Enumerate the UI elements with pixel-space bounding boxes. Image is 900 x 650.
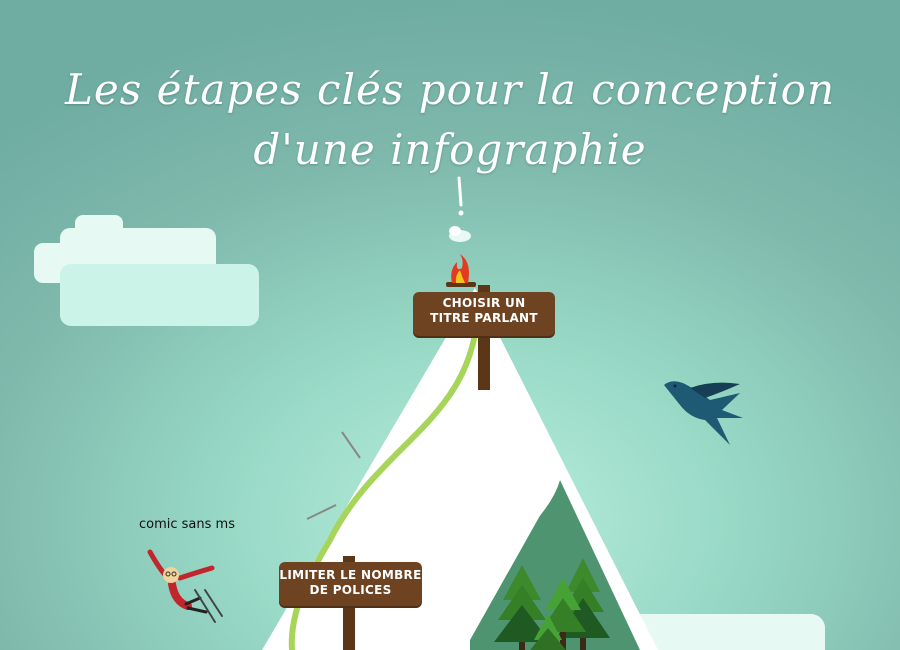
exclamation-icon: [457, 176, 464, 216]
sign-top-line-2: TITRE PARLANT: [430, 311, 538, 325]
campfire-icon: [446, 254, 476, 287]
skier-label: comic sans ms: [139, 517, 235, 532]
cloud-right-icon: [628, 614, 825, 650]
signpost-title-tip: CHOISIR UN TITRE PARLANT: [413, 292, 555, 336]
bird-icon: [664, 381, 743, 445]
stick-icon: [306, 504, 337, 520]
sign-bottom-line-2: DE POLICES: [309, 583, 392, 597]
signpost-fonts-tip: LIMITER LE NOMBRE DE POLICES: [279, 562, 422, 606]
stick-icon: [341, 431, 361, 459]
skier-icon: [147, 549, 223, 623]
sign-top-line-1: CHOISIR UN: [442, 296, 526, 310]
cloud-left-icon: [34, 215, 259, 326]
small-cloud-icon: [449, 226, 471, 242]
sign-bottom-line-1: LIMITER LE NOMBRE: [279, 568, 422, 582]
